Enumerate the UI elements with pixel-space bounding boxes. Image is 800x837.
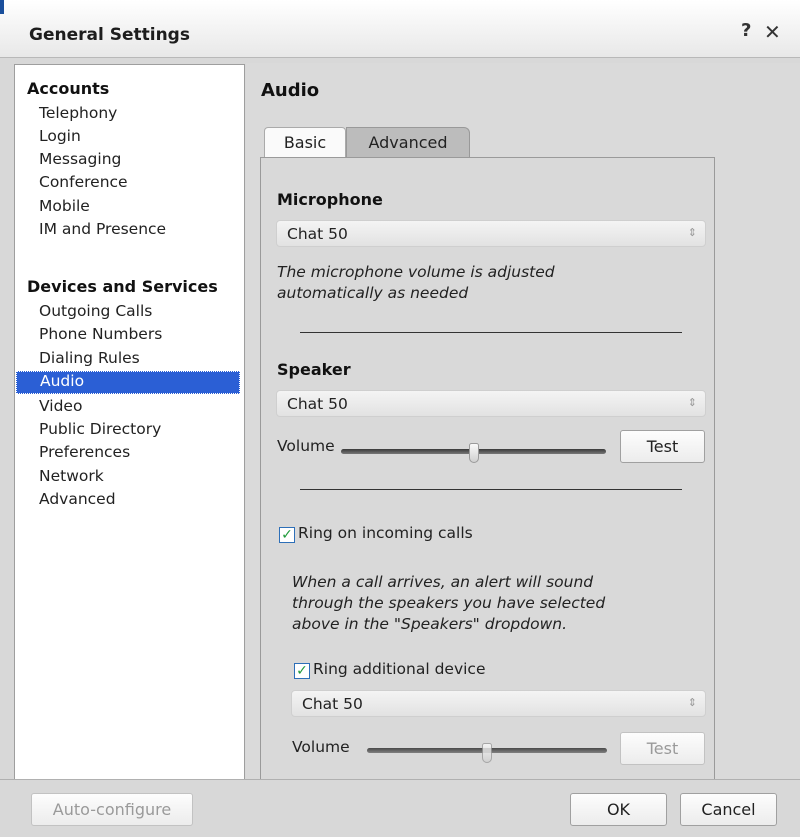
- select-arrows-icon: ⇕: [687, 396, 697, 409]
- microphone-note: The microphone volume is adjusted automa…: [277, 262, 555, 304]
- sidebar-item-public-directory[interactable]: Public Directory: [39, 420, 161, 438]
- title-bar[interactable]: General Settings ? ✕: [0, 0, 800, 58]
- speaker-heading: Speaker: [277, 360, 351, 379]
- sidebar-item-im-presence[interactable]: IM and Presence: [39, 220, 166, 238]
- ring-note-line-3: above in the "Speakers" dropdown.: [292, 615, 568, 633]
- close-icon[interactable]: ✕: [764, 20, 781, 44]
- sidebar-group-devices: Devices and Services: [27, 277, 218, 296]
- select-arrows-icon: ⇕: [687, 226, 697, 239]
- speaker-test-button[interactable]: Test: [620, 430, 705, 463]
- additional-device-select-value: Chat 50: [302, 695, 363, 713]
- sidebar-item-video[interactable]: Video: [39, 397, 82, 415]
- divider-2: [300, 489, 682, 490]
- sidebar-item-conference[interactable]: Conference: [39, 173, 128, 191]
- ring-additional-checkbox[interactable]: ✓: [294, 663, 310, 679]
- general-settings-window: General Settings ? ✕ Accounts Telephony …: [0, 0, 800, 837]
- ring-note: When a call arrives, an alert will sound…: [292, 572, 605, 635]
- ring-incoming-label[interactable]: Ring on incoming calls: [298, 524, 473, 542]
- sidebar-item-login[interactable]: Login: [39, 127, 81, 145]
- ring-incoming-checkbox[interactable]: ✓: [279, 527, 295, 543]
- sidebar-item-outgoing-calls[interactable]: Outgoing Calls: [39, 302, 152, 320]
- speaker-volume-thumb[interactable]: [468, 443, 479, 463]
- additional-device-select[interactable]: Chat 50 ⇕: [291, 690, 706, 717]
- help-icon[interactable]: ?: [741, 20, 751, 41]
- speaker-select[interactable]: Chat 50 ⇕: [276, 390, 706, 417]
- additional-test-button[interactable]: Test: [620, 732, 705, 765]
- sidebar-item-network[interactable]: Network: [39, 467, 104, 485]
- additional-volume-thumb[interactable]: [482, 743, 492, 763]
- sidebar-item-mobile[interactable]: Mobile: [39, 197, 90, 215]
- additional-volume-label: Volume: [292, 738, 350, 756]
- microphone-note-line-2: automatically as needed: [277, 284, 469, 302]
- cancel-button[interactable]: Cancel: [680, 793, 777, 826]
- tab-advanced[interactable]: Advanced: [346, 127, 470, 157]
- speaker-select-value: Chat 50: [287, 395, 348, 413]
- tab-basic[interactable]: Basic: [264, 127, 346, 157]
- sidebar-item-messaging[interactable]: Messaging: [39, 150, 121, 168]
- page-title: Audio: [261, 80, 320, 101]
- speaker-volume-label: Volume: [277, 437, 335, 455]
- ring-additional-label[interactable]: Ring additional device: [313, 660, 485, 678]
- ring-note-line-1: When a call arrives, an alert will sound: [292, 573, 594, 591]
- microphone-select-value: Chat 50: [287, 225, 348, 243]
- sidebar-item-telephony[interactable]: Telephony: [39, 104, 117, 122]
- sidebar-item-dialing-rules[interactable]: Dialing Rules: [39, 349, 140, 367]
- title-accent: [0, 0, 4, 14]
- ring-note-line-2: through the speakers you have selected: [292, 594, 606, 612]
- ok-button[interactable]: OK: [570, 793, 667, 826]
- sidebar-item-advanced[interactable]: Advanced: [39, 490, 116, 508]
- auto-configure-button[interactable]: Auto-configure: [31, 793, 193, 826]
- window-title: General Settings: [29, 25, 190, 45]
- sidebar-item-phone-numbers[interactable]: Phone Numbers: [39, 325, 162, 343]
- microphone-select[interactable]: Chat 50 ⇕: [276, 220, 706, 247]
- advanced-panel: [260, 157, 715, 780]
- sidebar-group-accounts: Accounts: [27, 79, 110, 98]
- microphone-note-line-1: The microphone volume is adjusted: [277, 263, 555, 281]
- select-arrows-icon: ⇕: [687, 696, 697, 709]
- settings-sidebar: Accounts Telephony Login Messaging Confe…: [14, 64, 245, 780]
- divider-1: [300, 332, 682, 333]
- sidebar-item-audio[interactable]: Audio: [16, 371, 240, 394]
- microphone-heading: Microphone: [277, 190, 383, 209]
- sidebar-item-preferences[interactable]: Preferences: [39, 443, 130, 461]
